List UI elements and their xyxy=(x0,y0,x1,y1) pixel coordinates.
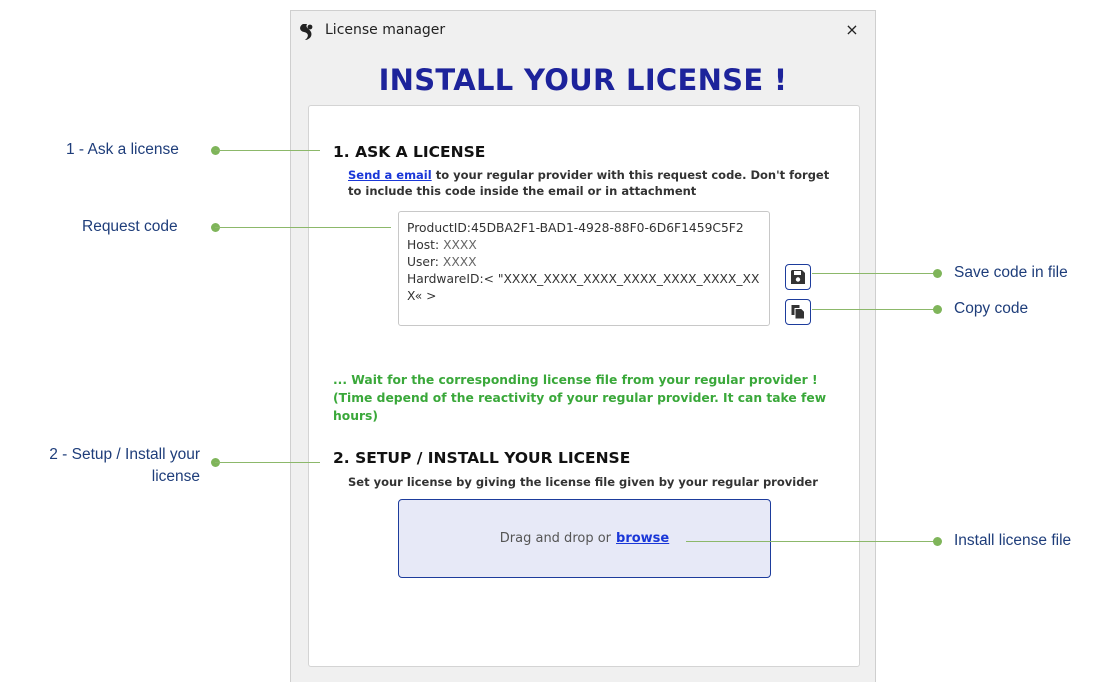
browse-link[interactable]: browse xyxy=(616,531,669,546)
request-code-box[interactable]: ProductID:45DBA2F1-BAD1-4928-88F0-6D6F14… xyxy=(398,211,770,326)
callout-copy-code: Copy code xyxy=(954,300,1029,317)
wait-message: ... Wait for the corresponding license f… xyxy=(333,373,827,423)
callout-line xyxy=(812,309,937,310)
save-code-button[interactable] xyxy=(785,264,811,290)
step2-heading: 2. SETUP / INSTALL YOUR LICENSE xyxy=(333,449,631,467)
callout-request-code: Request code xyxy=(82,218,178,235)
callout-ask-license: 1 - Ask a license xyxy=(66,141,179,158)
send-email-link[interactable]: Send a email xyxy=(348,168,432,182)
floppy-disk-icon xyxy=(791,270,805,284)
step2-description: Set your license by giving the license f… xyxy=(348,475,818,489)
content-panel: 1. ASK A LICENSE Send a email to your re… xyxy=(308,105,860,667)
callout-dot xyxy=(933,269,942,278)
copy-code-button[interactable] xyxy=(785,299,811,325)
license-dropzone[interactable]: Drag and drop or browse xyxy=(398,499,771,578)
license-manager-window: License manager × INSTALL YOUR LICENSE !… xyxy=(290,10,876,682)
callout-line xyxy=(215,462,320,463)
callout-install-file: Install license file xyxy=(954,532,1072,549)
callout-line xyxy=(215,150,320,151)
callout-line xyxy=(686,541,937,542)
hardware-id-line: HardwareID:< "XXXX_XXXX_XXXX_XXXX_XXXX_X… xyxy=(407,272,760,303)
step1-description: Send a email to your regular provider wi… xyxy=(348,167,843,199)
copy-documents-icon xyxy=(791,305,805,320)
callout-setup-license: 2 - Setup / Install your license xyxy=(49,446,200,485)
close-button[interactable]: × xyxy=(841,19,863,41)
page-title: INSTALL YOUR LICENSE ! xyxy=(378,63,788,97)
user-line: User: XXXX xyxy=(407,255,477,269)
callout-line xyxy=(215,227,391,228)
title-bar: License manager × xyxy=(291,11,875,53)
callout-dot xyxy=(933,537,942,546)
callout-line xyxy=(812,273,937,274)
callout-save-code: Save code in file xyxy=(954,264,1068,281)
step1-heading: 1. ASK A LICENSE xyxy=(333,143,486,161)
callout-dot xyxy=(933,305,942,314)
product-id-line: ProductID:45DBA2F1-BAD1-4928-88F0-6D6F14… xyxy=(407,221,744,235)
dropzone-text: Drag and drop or xyxy=(499,531,612,546)
window-title: License manager xyxy=(325,22,446,38)
app-logo-icon xyxy=(297,22,317,42)
host-line: Host: XXXX xyxy=(407,238,477,252)
